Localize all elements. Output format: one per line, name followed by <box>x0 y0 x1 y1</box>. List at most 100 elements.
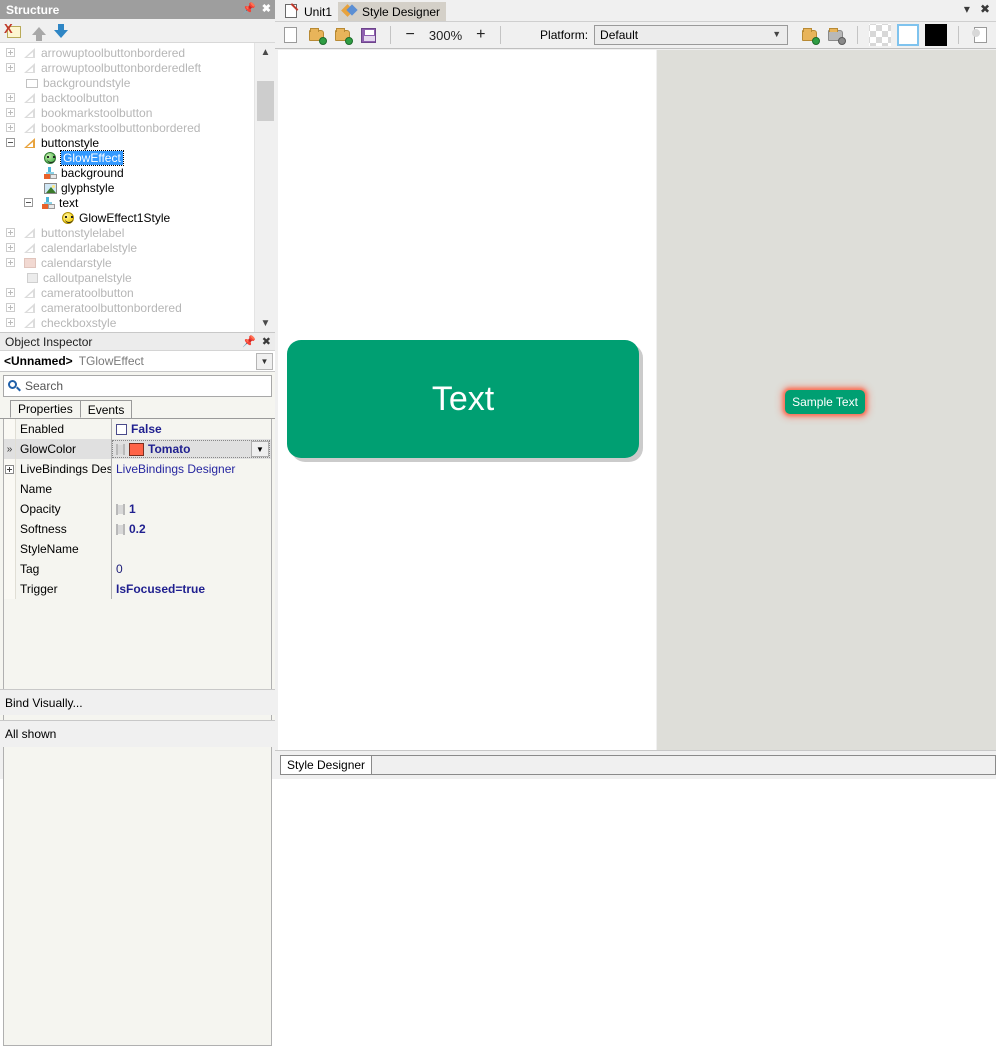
platform-select[interactable]: Default ▼ <box>594 25 789 45</box>
pin-icon[interactable]: 📌 <box>242 4 256 15</box>
bind-visually-link[interactable]: Bind Visually... <box>0 689 275 715</box>
structure-tree[interactable]: arrowuptoolbuttonbordered arrowuptoolbutt… <box>0 43 275 332</box>
property-row[interactable]: Trigger IsFocused=true <box>4 579 271 599</box>
tree-expander[interactable] <box>6 108 15 117</box>
move-up-icon[interactable] <box>32 26 46 41</box>
style-designer-icon <box>341 3 358 19</box>
move-down-icon[interactable] <box>54 23 68 38</box>
save-icon[interactable] <box>359 25 379 45</box>
tree-item[interactable]: background <box>0 165 254 180</box>
tab-style-designer[interactable]: Style Designer <box>338 2 447 21</box>
tree-item-label: backtoolbutton <box>41 90 120 105</box>
black-square-icon[interactable] <box>925 24 948 46</box>
folder-delete-icon[interactable] <box>826 25 847 45</box>
tree-item[interactable]: calendarstyle <box>0 255 254 270</box>
property-dropdown-button[interactable]: ▼ <box>251 441 269 457</box>
tree-expander[interactable] <box>6 48 15 57</box>
tree-item[interactable]: calloutpanelstyle <box>0 270 254 285</box>
property-value-cell[interactable]: IsFocused=true <box>112 579 271 599</box>
tree-expander[interactable] <box>6 243 15 252</box>
style-designer-toolbar: − 300% + Platform: Default ▼ <box>275 21 996 49</box>
tree-expander[interactable] <box>6 138 15 147</box>
property-expander[interactable] <box>5 464 14 474</box>
property-row[interactable]: Softness 0.2 <box>4 519 271 539</box>
property-value-cell[interactable]: LiveBindings Designer <box>112 459 271 479</box>
tree-item[interactable]: glyphstyle <box>0 180 254 195</box>
tree-item[interactable]: buttonstyle <box>0 135 254 150</box>
chevron-down-icon[interactable]: ▼ <box>255 314 275 332</box>
property-value-cell[interactable]: 1 <box>112 499 271 519</box>
property-row[interactable]: LiveBindings Desig LiveBindings Designer <box>4 459 271 479</box>
tree-item[interactable]: GlowEffect <box>0 149 254 166</box>
tree-item[interactable]: cameratoolbuttonbordered <box>0 300 254 315</box>
property-row[interactable]: Opacity 1 <box>4 499 271 519</box>
object-inspector-search[interactable]: Search <box>3 375 272 397</box>
tree-item[interactable]: buttonstylelabel <box>0 225 254 240</box>
property-gutter: » <box>4 439 16 459</box>
tree-item[interactable]: arrowuptoolbuttonbordered <box>0 45 254 60</box>
object-selector-dropdown[interactable]: ▼ <box>256 353 273 370</box>
white-square-icon[interactable] <box>897 24 920 46</box>
tab-unit1[interactable]: Unit1 <box>281 2 338 21</box>
property-value-cell[interactable] <box>112 479 271 499</box>
tree-expander[interactable] <box>6 303 15 312</box>
close-icon[interactable]: ✖ <box>262 336 271 348</box>
tree-item[interactable]: calendarlabelstyle <box>0 240 254 255</box>
export-icon[interactable] <box>970 25 990 45</box>
styled-button-preview[interactable]: Text <box>287 340 639 458</box>
tree-expander[interactable] <box>6 123 15 132</box>
tree-expander[interactable] <box>6 93 15 102</box>
property-row[interactable]: » GlowColor Tomato ▼ <box>4 439 271 459</box>
delete-icon[interactable]: X <box>4 22 24 40</box>
tree-item[interactable]: arrowuptoolbuttonborderedleft <box>0 60 254 75</box>
tree-item[interactable]: text <box>0 195 254 210</box>
pin-icon[interactable]: 📌 <box>242 336 256 348</box>
property-value-cell[interactable]: 0.2 <box>112 519 271 539</box>
search-icon <box>8 379 21 393</box>
tree-item[interactable]: bookmarkstoolbutton <box>0 105 254 120</box>
zoom-in-button[interactable]: + <box>473 27 490 43</box>
folder-add-icon[interactable] <box>800 25 821 45</box>
calendar-icon <box>22 256 38 270</box>
open-folder-icon[interactable] <box>307 25 327 45</box>
tree-expander[interactable] <box>24 198 33 207</box>
animate-icon[interactable] <box>116 503 125 515</box>
tree-expander[interactable] <box>6 63 15 72</box>
tab-events[interactable]: Events <box>79 400 133 418</box>
style-icon <box>22 301 38 315</box>
tree-item[interactable]: backgroundstyle <box>0 75 254 90</box>
chevron-up-icon[interactable]: ▲ <box>255 43 275 61</box>
tab-properties[interactable]: Properties <box>10 400 81 418</box>
property-row[interactable]: Enabled False <box>4 419 271 439</box>
scrollbar-thumb[interactable] <box>257 81 274 121</box>
animate-icon[interactable] <box>116 523 125 535</box>
folder-add-icon[interactable] <box>333 25 353 45</box>
bottom-tab-style-designer[interactable]: Style Designer <box>280 755 373 775</box>
close-icon[interactable]: ✖ <box>980 2 990 16</box>
new-page-icon[interactable] <box>281 25 301 45</box>
tree-expander[interactable] <box>6 288 15 297</box>
property-editor-box[interactable] <box>112 440 270 458</box>
structure-tree-scrollbar[interactable]: ▲ ▼ <box>254 43 275 332</box>
property-value-cell[interactable]: 0 <box>112 559 271 579</box>
tree-item[interactable]: cameratoolbutton <box>0 285 254 300</box>
tree-item[interactable]: backtoolbutton <box>0 90 254 105</box>
sample-text-preview-button[interactable]: Sample Text <box>785 390 865 414</box>
zoom-out-button[interactable]: − <box>402 27 419 43</box>
tree-expander[interactable] <box>6 228 15 237</box>
chevron-down-icon[interactable]: ▾ <box>964 2 970 16</box>
tree-item[interactable]: GlowEffect1Style <box>0 210 254 225</box>
tree-expander[interactable] <box>6 258 15 267</box>
property-checkbox[interactable] <box>116 423 127 435</box>
tree-item[interactable]: checkboxstyle <box>0 315 254 330</box>
tree-expander[interactable] <box>6 318 15 327</box>
checker-icon[interactable] <box>869 24 892 46</box>
object-selector[interactable]: <Unnamed> TGlowEffect ▼ <box>0 351 275 372</box>
property-row[interactable]: Tag 0 <box>4 559 271 579</box>
close-icon[interactable]: ✖ <box>262 4 271 15</box>
tree-item[interactable]: bookmarkstoolbuttonbordered <box>0 120 254 135</box>
property-value-cell[interactable] <box>112 539 271 559</box>
property-row[interactable]: StyleName <box>4 539 271 559</box>
property-value-cell[interactable]: False <box>112 419 271 439</box>
property-row[interactable]: Name <box>4 479 271 499</box>
